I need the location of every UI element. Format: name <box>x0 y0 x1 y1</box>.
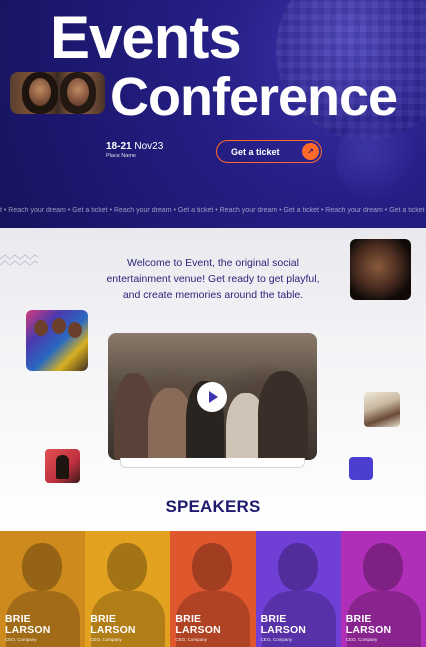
zigzag-decoration <box>0 254 38 266</box>
welcome-text: Welcome to Event, the original social en… <box>106 257 320 301</box>
hero-title-line1: Events <box>50 4 242 71</box>
speaker-name: BRIE LARSON <box>90 613 136 636</box>
play-icon <box>209 391 218 403</box>
marquee-ticker: t • Reach your dream • Get a ticket • Re… <box>0 207 426 214</box>
speaker-role: CEO, Company <box>5 637 37 642</box>
speaker-card[interactable]: BRIE LARSON CEO, Company <box>85 531 171 647</box>
laptop-photo <box>364 392 400 427</box>
video-player[interactable] <box>108 333 317 460</box>
women-group-photo <box>26 310 88 371</box>
speaker-role: CEO, Company <box>345 637 378 642</box>
speaker-name: BRIE LARSON <box>175 613 221 636</box>
hero-title-line2: Conference <box>110 67 398 127</box>
hero-section: Events Conference 18-21 Nov23 Place Name… <box>0 0 426 228</box>
get-ticket-button[interactable]: Get a ticket ↗ <box>216 140 322 163</box>
speaker-card[interactable]: BRIE LARSON CEO, Company <box>0 531 86 647</box>
speakers-row: BRIE LARSON CEO, Company BRIE LARSON CEO, … <box>0 531 426 647</box>
speaker-role: CEO, Company <box>90 637 122 642</box>
hero-photo <box>10 72 105 114</box>
couple-photo <box>350 239 411 300</box>
arrow-icon: ↗ <box>302 143 319 160</box>
speaker-name: BRIE LARSON <box>5 613 51 636</box>
get-ticket-label: Get a ticket <box>231 146 280 157</box>
speaker-role: CEO, Company <box>175 637 207 642</box>
date-days: 18-21 <box>106 141 132 152</box>
speaker-card[interactable]: BRIE LARSON CEO, Company <box>255 531 341 647</box>
speaker-role: CEO, Company <box>260 637 293 642</box>
purple-square-decoration <box>349 457 373 480</box>
singer-photo <box>45 449 80 483</box>
event-date: 18-21 Nov23 Place Name <box>106 141 163 159</box>
speakers-heading: SPEAKERS <box>165 497 261 516</box>
speaker-card[interactable]: BRIE LARSON CEO, Company <box>340 531 426 647</box>
place-name: Place Name <box>106 153 136 159</box>
date-month: Nov23 <box>134 141 164 152</box>
speaker-name: BRIE LARSON <box>345 613 392 636</box>
speaker-card[interactable]: BRIE LARSON CEO, Company <box>170 531 256 647</box>
video-frame-base <box>120 458 305 468</box>
disco-ball-decoration-small <box>336 120 416 200</box>
speaker-name: BRIE LARSON <box>260 613 307 636</box>
play-button[interactable] <box>197 382 227 412</box>
